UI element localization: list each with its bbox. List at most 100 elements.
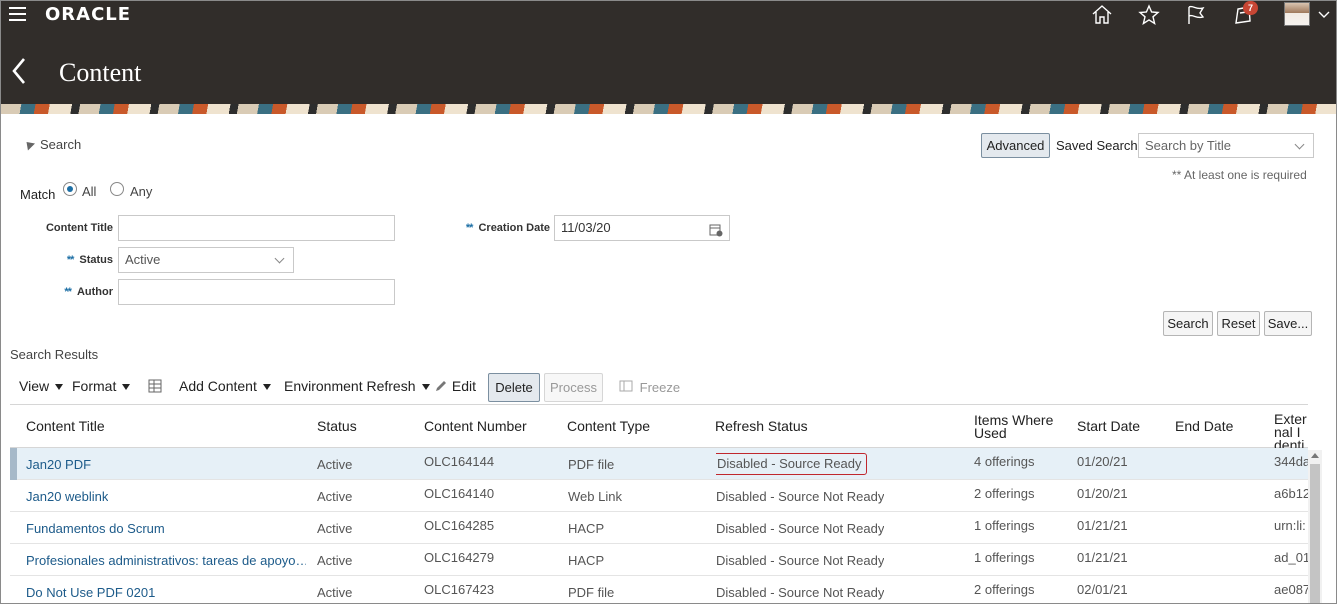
menu-icon[interactable] [9, 7, 26, 21]
table-row[interactable]: Profesionales administrativos: tareas de… [10, 544, 1308, 576]
col-end-date[interactable]: End Date [1175, 405, 1233, 448]
table-row[interactable]: Do Not Use PDF 0201 Active OLC167423 PDF… [10, 576, 1308, 603]
content-number-cell: OLC164140 [424, 486, 495, 501]
col-items-where-used[interactable]: Items Where Used [974, 405, 1064, 448]
view-menu[interactable]: View [19, 378, 64, 394]
content-type-cell: PDF file [568, 585, 615, 600]
table-body: Jan20 PDF Active OLC164144 PDF file Disa… [10, 448, 1308, 603]
content-title-link[interactable]: Do Not Use PDF 0201 [26, 576, 155, 603]
search-button[interactable]: Search [1163, 311, 1213, 336]
match-any-radio[interactable] [110, 182, 124, 196]
table-header: Content Title Status Content Number Cont… [10, 405, 1308, 448]
save-search-button[interactable]: Save... [1264, 311, 1312, 336]
creation-date-value: 11/03/20 [561, 220, 611, 235]
flag-icon[interactable] [1184, 3, 1208, 27]
required-marker: ** [465, 222, 474, 234]
col-refresh-status[interactable]: Refresh Status [715, 405, 808, 448]
start-date-cell: 01/20/21 [1077, 454, 1128, 469]
content-title-link[interactable]: Jan20 weblink [26, 480, 108, 512]
saved-search-select[interactable]: Search by Title [1138, 133, 1314, 158]
search-section-toggle[interactable]: Search [22, 137, 82, 152]
table-row[interactable]: Jan20 weblink Active OLC164140 Web Link … [10, 480, 1308, 512]
add-content-menu[interactable]: Add Content [179, 378, 271, 394]
refresh-status-cell: Disabled - Source Not Ready [716, 553, 885, 568]
view-menu-label: View [19, 378, 50, 394]
oracle-logo[interactable]: ORACLE [45, 4, 131, 25]
col-start-date[interactable]: Start Date [1077, 405, 1140, 448]
saved-search-label: Saved Search [1056, 138, 1138, 153]
start-date-cell: 02/01/21 [1077, 582, 1128, 597]
scroll-up-arrow-icon[interactable] [1311, 453, 1319, 458]
status-select[interactable]: Active [118, 247, 294, 273]
row-selection-marker [10, 448, 17, 480]
start-date-cell: 01/21/21 [1077, 550, 1128, 565]
page-title: Content [59, 58, 142, 87]
col-content-number[interactable]: Content Number [424, 405, 527, 448]
status-label: ** Status [31, 254, 113, 266]
status-cell: Active [317, 553, 353, 568]
status-cell: Active [317, 489, 353, 504]
required-note: ** At least one is required [1172, 168, 1307, 182]
content-title-link[interactable]: Jan20 PDF [26, 448, 91, 480]
external-id-cell: urn:li: [1274, 518, 1306, 533]
author-input[interactable] [118, 279, 395, 305]
notification-count-badge: 7 [1243, 1, 1258, 15]
external-id-cell: ad_01 [1274, 550, 1308, 565]
edit-button[interactable]: Edit [434, 378, 476, 394]
match-any-label: Any [130, 184, 153, 199]
refresh-status-cell: Disabled - Source Not Ready [716, 489, 885, 504]
table-vertical-scrollbar[interactable] [1308, 450, 1322, 603]
saved-search-placeholder: Search by Title [1145, 138, 1231, 153]
content-title-link[interactable]: Fundamentos do Scrum [26, 512, 165, 544]
creation-date-label-text: Creation Date [478, 222, 550, 234]
home-icon[interactable] [1090, 3, 1114, 27]
content-number-cell: OLC164285 [424, 518, 495, 533]
items-used-cell: 1 offerings [974, 518, 1035, 533]
user-avatar[interactable] [1284, 2, 1310, 26]
creation-date-label: ** Creation Date [441, 222, 550, 234]
col-content-title[interactable]: Content Title [26, 405, 105, 448]
table-row[interactable]: Jan20 PDF Active OLC164144 PDF file Disa… [10, 448, 1308, 480]
environment-refresh-label: Environment Refresh [284, 378, 416, 394]
refresh-status-cell: Disabled - Source Ready [716, 448, 867, 480]
search-results-title: Search Results [10, 347, 99, 362]
dropdown-arrow-icon [122, 384, 131, 390]
col-content-type[interactable]: Content Type [567, 405, 650, 448]
content-title-input[interactable] [118, 215, 395, 241]
status-cell: Active [317, 457, 353, 472]
process-button[interactable]: Process [544, 373, 603, 402]
freeze-icon [619, 380, 633, 395]
content-title-link[interactable]: Profesionales administrativos: tareas de… [26, 544, 306, 576]
content-title-label: Content Title [45, 222, 113, 234]
detach-table-icon[interactable] [147, 378, 163, 397]
match-all-radio[interactable] [63, 182, 77, 196]
col-status[interactable]: Status [317, 405, 357, 448]
disclosure-triangle-icon [22, 138, 36, 151]
freeze-button[interactable]: Freeze [619, 379, 680, 395]
favorites-star-icon[interactable] [1137, 3, 1161, 27]
search-section-label: Search [40, 137, 82, 152]
status-label-text: Status [79, 254, 113, 266]
pencil-icon [434, 378, 448, 394]
add-content-label: Add Content [179, 378, 257, 394]
refresh-status-cell: Disabled - Source Not Ready [716, 585, 885, 600]
reset-button[interactable]: Reset [1217, 311, 1260, 336]
content-number-cell: OLC167423 [424, 582, 495, 597]
table-row[interactable]: Fundamentos do Scrum Active OLC164285 HA… [10, 512, 1308, 544]
content-type-cell: Web Link [568, 489, 622, 504]
calendar-icon[interactable] [709, 221, 723, 237]
format-menu[interactable]: Format [72, 378, 131, 394]
content-type-cell: HACP [568, 521, 605, 536]
delete-button[interactable]: Delete [488, 373, 540, 402]
back-arrow-icon[interactable] [11, 57, 27, 85]
environment-refresh-menu[interactable]: Environment Refresh [284, 378, 430, 394]
creation-date-input[interactable]: 11/03/20 [554, 215, 730, 241]
start-date-cell: 01/20/21 [1077, 486, 1128, 501]
scrollbar-thumb[interactable] [1310, 464, 1320, 603]
advanced-button[interactable]: Advanced [981, 133, 1050, 158]
start-date-cell: 01/21/21 [1077, 518, 1128, 533]
col-external-identifier[interactable]: External Identi [1274, 405, 1308, 448]
refresh-status-cell: Disabled - Source Not Ready [716, 521, 885, 536]
chevron-down-icon[interactable] [1312, 3, 1330, 27]
status-value: Active [125, 252, 161, 267]
